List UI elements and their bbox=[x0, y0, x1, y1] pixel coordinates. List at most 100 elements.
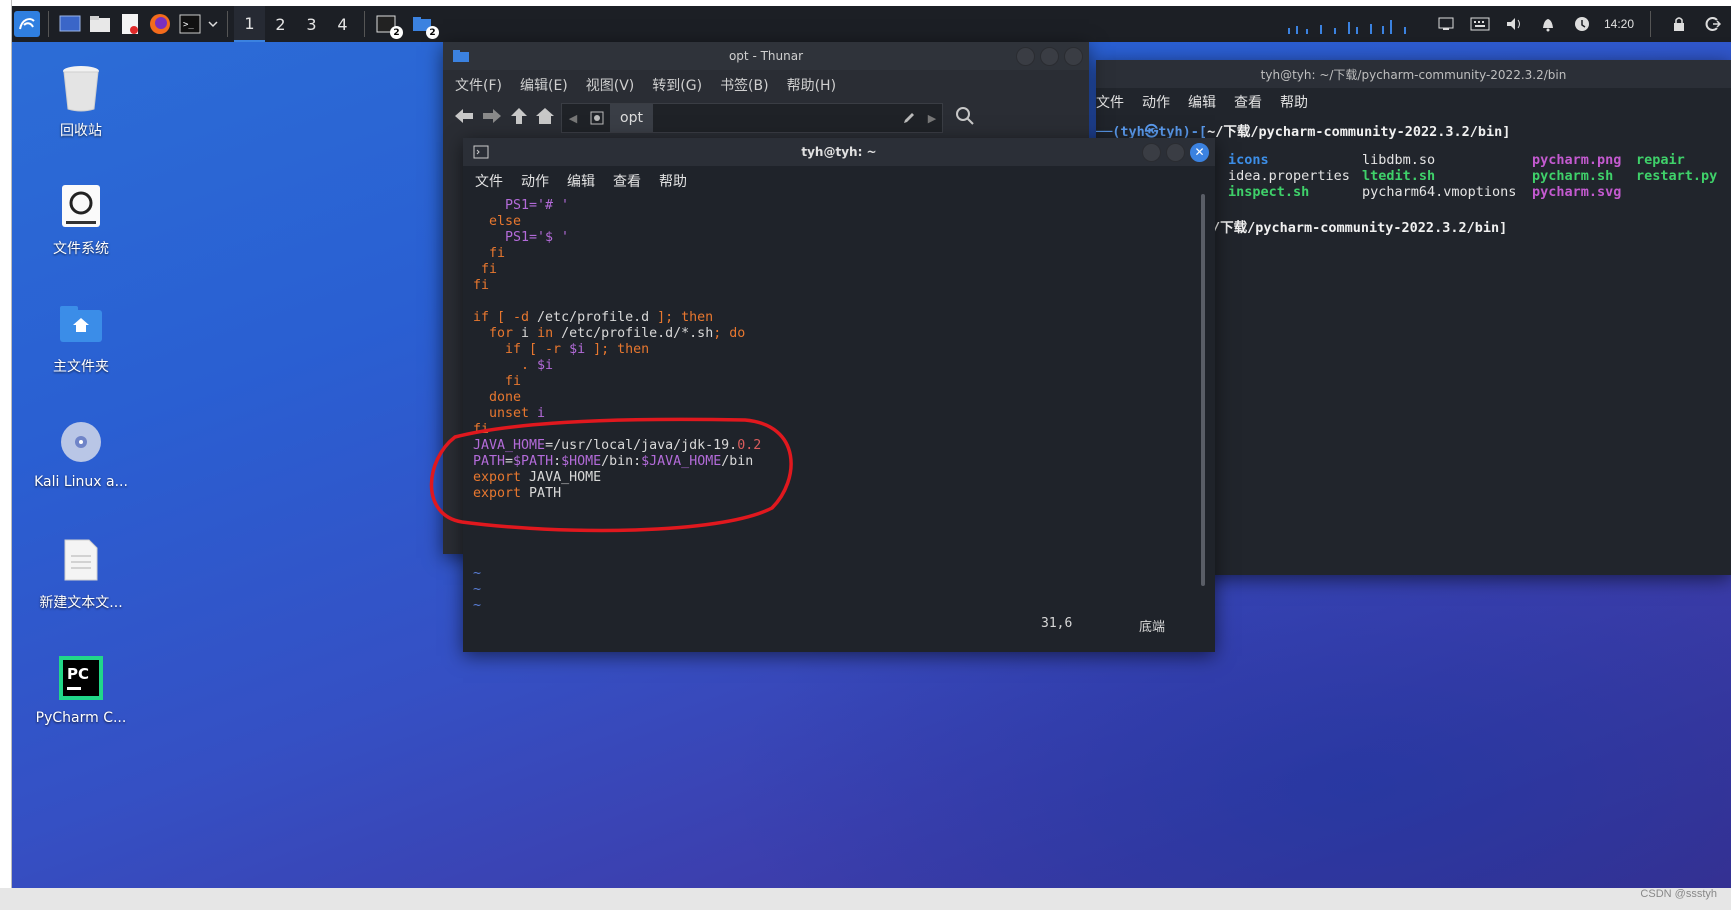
code-token: $PATH bbox=[513, 454, 554, 469]
back-arrow-icon[interactable] bbox=[453, 107, 475, 129]
terminal-scrollbar[interactable] bbox=[1201, 194, 1205, 586]
chevron-right-icon[interactable]: ▶ bbox=[922, 112, 942, 125]
desktop-icon-home[interactable]: 主文件夹 bbox=[26, 298, 136, 376]
vim-empty-line-marker: ~ bbox=[473, 598, 482, 613]
menu-action[interactable]: 动作 bbox=[1142, 92, 1170, 112]
terminal-task-button[interactable]: 2 bbox=[371, 9, 403, 39]
window-title: opt - Thunar bbox=[728, 49, 804, 63]
desktop-icon-label: Kali Linux a... bbox=[34, 474, 128, 490]
file-icons-dir: icons bbox=[1228, 152, 1269, 168]
code-token: $HOME bbox=[561, 454, 602, 469]
prompt-path: ~/下载/pycharm-community-2022.3.2/bin] bbox=[1207, 124, 1511, 140]
host-window-left-edge bbox=[0, 0, 12, 892]
menu-view[interactable]: 视图(V) bbox=[586, 75, 635, 95]
code-token: /etc/profile.d bbox=[537, 310, 650, 325]
terminal-icon bbox=[473, 145, 489, 162]
power-manager-icon[interactable] bbox=[1570, 12, 1594, 36]
firefox-icon[interactable] bbox=[145, 9, 175, 39]
workspace-1[interactable]: 1 bbox=[234, 6, 265, 42]
code-token: unset bbox=[473, 406, 538, 421]
desktop-icon-label: 主文件夹 bbox=[53, 359, 109, 375]
code-line: PS1='# ' bbox=[473, 198, 570, 213]
close-button[interactable]: ✕ bbox=[1190, 143, 1209, 162]
prompt-line-2: /下载/pycharm-community-2022.3.2/bin] bbox=[1212, 220, 1508, 236]
maximize-button[interactable] bbox=[1166, 143, 1185, 162]
maximize-button[interactable] bbox=[1040, 47, 1059, 66]
edit-location-icon[interactable] bbox=[896, 111, 922, 125]
menu-bookmarks[interactable]: 书签(B) bbox=[720, 75, 769, 95]
menu-file[interactable]: 文件(F) bbox=[455, 75, 502, 95]
up-arrow-icon[interactable] bbox=[509, 106, 529, 130]
terminal-launcher-icon[interactable]: >_ bbox=[175, 9, 205, 39]
menu-bar: 文件 动作 编辑 查看 帮助 bbox=[1096, 88, 1731, 116]
minimize-button[interactable] bbox=[1016, 47, 1035, 66]
code-line: fi bbox=[473, 246, 506, 261]
file-restart-py: restart.py bbox=[1636, 168, 1718, 184]
workspace-4[interactable]: 4 bbox=[327, 6, 358, 42]
forward-arrow-icon[interactable] bbox=[481, 107, 503, 129]
disc-icon bbox=[55, 416, 107, 468]
code-token: /etc/profile.d/*.sh bbox=[561, 326, 714, 341]
chevron-down-icon[interactable] bbox=[205, 9, 221, 39]
code-token: for bbox=[473, 326, 522, 341]
front-terminal-window[interactable]: tyh@tyh: ~ ✕ 文件 动作 编辑 查看 帮助 PS1='# ' els… bbox=[463, 138, 1215, 652]
terminal-titlebar: tyh@tyh: ~ ✕ bbox=[463, 138, 1215, 166]
menu-view[interactable]: 查看 bbox=[613, 171, 641, 191]
desktop-icon-new-text-file[interactable]: 新建文本文... bbox=[26, 534, 136, 612]
search-icon[interactable] bbox=[955, 106, 975, 130]
desktop-icon-trash[interactable]: 回收站 bbox=[26, 62, 136, 140]
menu-help[interactable]: 帮助 bbox=[659, 171, 687, 191]
vim-status-position: 31,6 bbox=[1041, 616, 1073, 631]
location-bar[interactable]: ◀ opt ▶ bbox=[561, 103, 943, 133]
location-segment-opt[interactable]: opt bbox=[610, 104, 653, 132]
menu-file[interactable]: 文件 bbox=[1096, 92, 1124, 112]
svg-text:PC: PC bbox=[67, 665, 89, 683]
close-button[interactable] bbox=[1064, 47, 1083, 66]
vim-editor-buffer[interactable]: PS1='# ' else PS1='$ ' fi fi fi if [ -d … bbox=[473, 198, 1188, 614]
clock[interactable]: 14:20 bbox=[1604, 17, 1634, 31]
thunar-toolbar: ◀ opt ▶ bbox=[443, 100, 1089, 136]
drive-icon[interactable] bbox=[584, 111, 610, 125]
keyboard-icon[interactable] bbox=[1468, 12, 1492, 36]
menu-edit[interactable]: 编辑 bbox=[567, 171, 595, 191]
thunar-menu-bar: 文件(F) 编辑(E) 视图(V) 转到(G) 书签(B) 帮助(H) bbox=[443, 70, 1089, 100]
workspace-3[interactable]: 3 bbox=[296, 6, 327, 42]
file-manager-icon[interactable] bbox=[85, 9, 115, 39]
menu-go[interactable]: 转到(G) bbox=[652, 75, 702, 95]
terminal-menu-bar: 文件 动作 编辑 查看 帮助 bbox=[463, 166, 1215, 196]
desktop-icon-kali-disc[interactable]: Kali Linux a... bbox=[26, 416, 136, 490]
home-icon[interactable] bbox=[535, 107, 555, 129]
files-task-button[interactable]: 2 bbox=[407, 9, 439, 39]
text-editor-icon[interactable] bbox=[115, 9, 145, 39]
taskbar-separator bbox=[227, 11, 228, 37]
code-token: export bbox=[473, 470, 522, 485]
desktop-icon-filesystem[interactable]: 文件系统 bbox=[26, 180, 136, 258]
volume-icon[interactable] bbox=[1502, 12, 1526, 36]
menu-help[interactable]: 帮助(H) bbox=[787, 75, 836, 95]
show-desktop-icon[interactable] bbox=[55, 9, 85, 39]
code-token: /bin: bbox=[601, 454, 642, 469]
chevron-left-icon[interactable]: ◀ bbox=[562, 112, 584, 125]
menu-file[interactable]: 文件 bbox=[475, 171, 503, 191]
display-icon[interactable] bbox=[1434, 12, 1458, 36]
workspace-2[interactable]: 2 bbox=[265, 6, 296, 42]
kali-menu-icon[interactable] bbox=[12, 9, 42, 39]
logout-icon[interactable] bbox=[1701, 12, 1725, 36]
file-vmoptions: pycharm64.vmoptions bbox=[1362, 184, 1517, 200]
code-token: 0.2 bbox=[737, 438, 762, 453]
file-pycharm-svg: pycharm.svg bbox=[1532, 184, 1622, 200]
desktop-icon-pycharm[interactable]: PC PyCharm C... bbox=[26, 652, 136, 726]
menu-edit[interactable]: 编辑 bbox=[1188, 92, 1216, 112]
code-token: /bin bbox=[721, 454, 754, 469]
code-token: = bbox=[505, 454, 514, 469]
menu-help[interactable]: 帮助 bbox=[1280, 92, 1308, 112]
minimize-button[interactable] bbox=[1142, 143, 1161, 162]
menu-view[interactable]: 查看 bbox=[1234, 92, 1262, 112]
menu-edit[interactable]: 编辑(E) bbox=[520, 75, 568, 95]
notification-bell-icon[interactable] bbox=[1536, 12, 1560, 36]
pycharm-icon: PC bbox=[55, 652, 107, 704]
menu-action[interactable]: 动作 bbox=[521, 171, 549, 191]
code-token: PATH bbox=[473, 454, 506, 469]
lock-icon[interactable] bbox=[1667, 12, 1691, 36]
thunar-titlebar: opt - Thunar bbox=[443, 42, 1089, 70]
